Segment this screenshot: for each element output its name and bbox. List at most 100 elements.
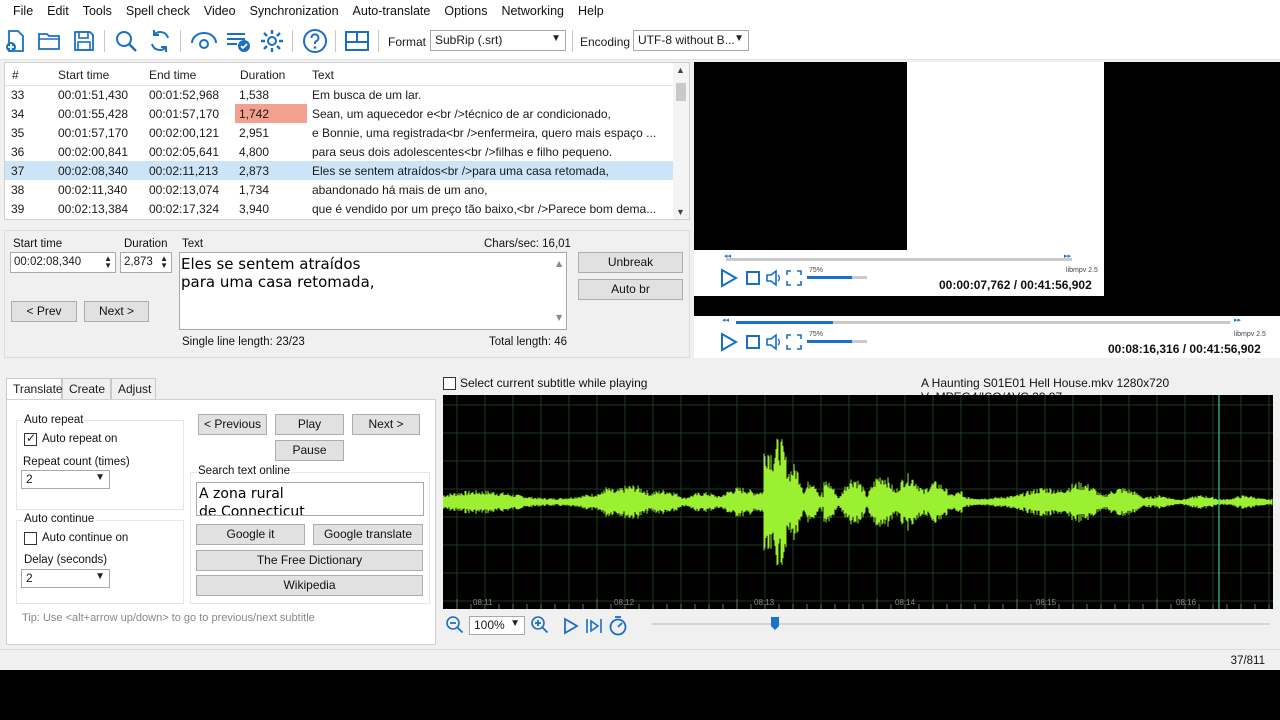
spinner-icon[interactable]: ▲ ▼ xyxy=(160,255,168,270)
select-current-checkbox[interactable] xyxy=(443,377,456,390)
scroll-down-icon[interactable]: ▼ xyxy=(676,207,685,217)
menu-edit[interactable]: Edit xyxy=(40,4,76,18)
scroll-down-icon[interactable]: ▼ xyxy=(556,309,562,327)
menu-tools[interactable]: Tools xyxy=(76,4,119,18)
google-translate-button[interactable]: Google translate xyxy=(313,524,423,545)
cell-text: Sean, um aquecedor e<br />técnico de ar … xyxy=(312,107,611,121)
visual-sync-icon[interactable] xyxy=(190,27,218,55)
fullscreen-icon[interactable] xyxy=(786,270,802,286)
col-duration[interactable]: Duration xyxy=(240,68,285,82)
cell-end: 00:02:17,324 xyxy=(149,202,220,216)
waveform-position-track[interactable] xyxy=(652,623,1270,625)
seek-end-icon[interactable]: ▸▸ xyxy=(1064,252,1071,260)
table-row[interactable]: 39 00:02:13,384 00:02:17,324 3,940 que é… xyxy=(5,199,675,218)
replace-icon[interactable] xyxy=(146,27,174,55)
unbreak-button[interactable]: Unbreak xyxy=(578,252,683,273)
save-icon[interactable] xyxy=(70,27,98,55)
player-controls-2: ◂◂ ▸▸ 75% libmpv 2.5 00:08:16,316 / 00:4… xyxy=(694,316,1280,358)
auto-continue-checkbox[interactable] xyxy=(24,532,37,545)
stop-icon[interactable] xyxy=(745,334,761,350)
tab-create[interactable]: Create xyxy=(62,378,111,400)
seek-bar-2[interactable] xyxy=(736,321,1230,324)
menu-options[interactable]: Options xyxy=(437,4,494,18)
col-end-time[interactable]: End time xyxy=(149,68,196,82)
google-it-button[interactable]: Google it xyxy=(196,524,305,545)
table-row[interactable]: 35 00:01:57,170 00:02:00,121 2,951 e Bon… xyxy=(5,123,675,142)
seek-bar-1[interactable] xyxy=(726,258,1072,261)
seek-start-icon[interactable]: ◂◂ xyxy=(722,316,729,324)
waveform-play-icon[interactable] xyxy=(563,617,579,635)
zoom-select[interactable]: 100% ▼ xyxy=(469,616,525,635)
table-row[interactable]: 33 00:01:51,430 00:01:52,968 1,538 Em bu… xyxy=(5,85,675,104)
menu-file[interactable]: File xyxy=(0,4,40,18)
menu-spell-check[interactable]: Spell check xyxy=(119,4,197,18)
search-text-box[interactable]: A zona rural de Connecticut xyxy=(196,482,424,516)
duration-input[interactable]: 2,873 ▲ ▼ xyxy=(120,252,172,273)
spinner-icon[interactable]: ▲ ▼ xyxy=(104,255,112,270)
help-icon[interactable] xyxy=(301,27,329,55)
seek-end-icon[interactable]: ▸▸ xyxy=(1234,316,1241,324)
volume-icon[interactable] xyxy=(765,269,783,287)
free-dictionary-button[interactable]: The Free Dictionary xyxy=(196,550,423,571)
next-button[interactable]: Next > xyxy=(84,301,149,322)
format-value: SubRip (.srt) xyxy=(435,33,503,47)
start-time-input[interactable]: 00:02:08,340 ▲ ▼ xyxy=(10,252,116,273)
menu-video[interactable]: Video xyxy=(197,4,243,18)
table-row[interactable]: 38 00:02:11,340 00:02:13,074 1,734 aband… xyxy=(5,180,675,199)
prev-button[interactable]: < Prev xyxy=(11,301,77,322)
time-tick: 08:16 xyxy=(1176,598,1197,607)
tab-translate[interactable]: Translate xyxy=(6,378,63,401)
volume-slider-2[interactable] xyxy=(807,340,867,343)
auto-br-button[interactable]: Auto br xyxy=(578,279,683,300)
tab-adjust[interactable]: Adjust xyxy=(111,378,156,400)
waveform-signal xyxy=(443,438,1273,566)
wikipedia-button[interactable]: Wikipedia xyxy=(196,575,423,596)
col-start-time[interactable]: Start time xyxy=(58,68,109,82)
open-folder-icon[interactable] xyxy=(36,27,64,55)
play-selection-icon[interactable] xyxy=(585,617,603,635)
col-text[interactable]: Text xyxy=(312,68,334,82)
waveform-position-thumb[interactable] xyxy=(771,617,779,630)
menu-synchronization[interactable]: Synchronization xyxy=(243,4,346,18)
table-row[interactable]: 36 00:02:00,841 00:02:05,641 4,800 para … xyxy=(5,142,675,161)
waveform[interactable]: 08:11 08:12 08:13 08:14 08:15 08:16 xyxy=(443,395,1273,609)
scroll-up-icon[interactable]: ▲ xyxy=(676,65,685,75)
subtitle-text-editor[interactable]: Eles se sentem atraídos para uma casa re… xyxy=(179,252,567,330)
seek-start-icon[interactable]: ◂◂ xyxy=(724,252,731,260)
spell-check-icon[interactable] xyxy=(224,27,252,55)
fullscreen-icon[interactable] xyxy=(786,334,802,350)
speed-icon[interactable] xyxy=(608,616,628,636)
play-button[interactable]: Play xyxy=(275,414,344,435)
pause-button[interactable]: Pause xyxy=(275,440,344,461)
scroll-thumb[interactable] xyxy=(676,83,686,101)
editor-scrollbar[interactable]: ▲ ▼ xyxy=(554,253,566,329)
encoding-select[interactable]: UTF-8 without B... ▼ xyxy=(633,30,749,51)
toolbar: Format SubRip (.srt) ▼ Encoding UTF-8 wi… xyxy=(0,22,1280,60)
menu-networking[interactable]: Networking xyxy=(494,4,571,18)
play-icon[interactable] xyxy=(720,268,738,288)
zoom-in-icon[interactable] xyxy=(530,615,550,635)
table-row[interactable]: 34 00:01:55,428 00:01:57,170 1,742 Sean,… xyxy=(5,104,675,123)
previous-button[interactable]: < Previous xyxy=(198,414,267,435)
grid-scrollbar[interactable]: ▲ ▼ xyxy=(673,63,689,219)
scroll-up-icon[interactable]: ▲ xyxy=(556,255,562,273)
stop-icon[interactable] xyxy=(745,270,761,286)
play-icon[interactable] xyxy=(720,332,738,352)
delay-select[interactable]: 2 ▼ xyxy=(21,569,110,588)
volume-slider-1[interactable] xyxy=(807,276,867,279)
next-subtitle-button[interactable]: Next > xyxy=(352,414,420,435)
find-icon[interactable] xyxy=(112,27,140,55)
settings-icon[interactable] xyxy=(258,27,286,55)
layout-icon[interactable] xyxy=(343,27,371,55)
volume-icon[interactable] xyxy=(765,333,783,351)
time-tick: 08:12 xyxy=(614,598,635,607)
auto-repeat-checkbox[interactable] xyxy=(24,431,37,446)
table-row-selected[interactable]: 37 00:02:08,340 00:02:11,213 2,873 Eles … xyxy=(5,161,675,180)
zoom-out-icon[interactable] xyxy=(445,615,465,635)
repeat-count-select[interactable]: 2 ▼ xyxy=(21,470,110,489)
menu-auto-translate[interactable]: Auto-translate xyxy=(346,4,438,18)
col-number[interactable]: # xyxy=(12,68,19,82)
menu-help[interactable]: Help xyxy=(571,4,611,18)
new-file-icon[interactable] xyxy=(2,27,30,55)
format-select[interactable]: SubRip (.srt) ▼ xyxy=(430,30,566,51)
